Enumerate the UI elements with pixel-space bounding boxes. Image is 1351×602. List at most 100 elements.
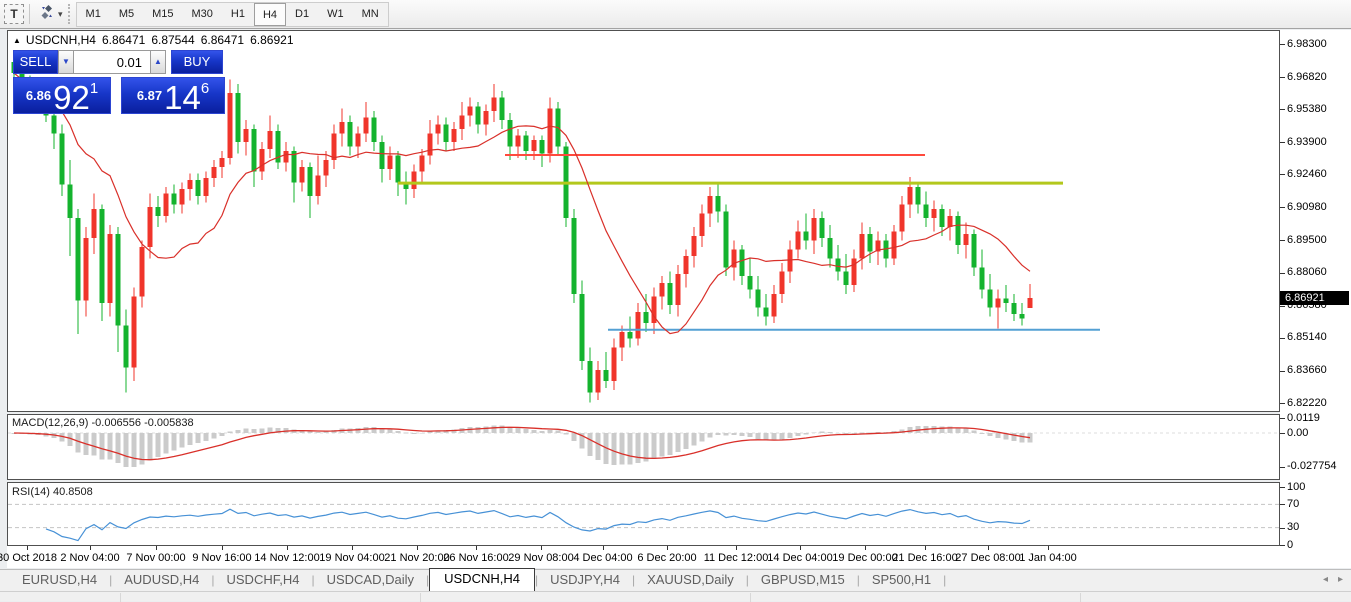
timeframe-button-h1[interactable]: H1 bbox=[222, 3, 254, 26]
ohlc-close: 6.86921 bbox=[250, 33, 293, 47]
time-axis-tick bbox=[352, 546, 353, 550]
rsi-scale-label: 0 bbox=[1287, 539, 1293, 551]
timeframe-button-w1[interactable]: W1 bbox=[318, 3, 353, 26]
timeframe-button-mn[interactable]: MN bbox=[353, 3, 388, 26]
time-scale[interactable]: 30 Oct 20182 Nov 04:007 Nov 00:009 Nov 1… bbox=[7, 546, 1351, 568]
timeframe-button-group: M1M5M15M30H1H4D1W1MN bbox=[76, 2, 389, 27]
tab-scroll-right-icon[interactable]: ▸ bbox=[1338, 574, 1343, 585]
time-axis-tick bbox=[287, 546, 288, 550]
lot-decrease-button[interactable]: ▼ bbox=[58, 50, 74, 74]
buy-price-sup: 6 bbox=[201, 78, 209, 100]
price-axis-label: 6.98300 bbox=[1287, 38, 1327, 50]
price-axis-tick bbox=[1280, 403, 1285, 404]
chart-tab-bar: EURUSD,H4|AUDUSD,H4|USDCHF,H4|USDCAD,Dai… bbox=[0, 569, 1351, 591]
macd-scale-label: 0.00 bbox=[1287, 427, 1308, 439]
sell-price-big: 92 bbox=[53, 84, 90, 111]
toolbar-separator bbox=[29, 4, 30, 24]
timeframe-button-m30[interactable]: M30 bbox=[183, 3, 222, 26]
chart-tab-sp500[interactable]: SP500,H1 bbox=[860, 570, 943, 591]
tab-separator: | bbox=[943, 573, 946, 591]
price-axis-tick bbox=[1280, 207, 1285, 208]
buy-price-display[interactable]: 6.87 14 6 bbox=[121, 77, 225, 114]
one-click-trading-panel: SELL ▼ ▲ BUY 6.86 92 1 6.87 14 6 bbox=[13, 50, 225, 114]
timeframe-button-d1[interactable]: D1 bbox=[286, 3, 318, 26]
time-axis-tick bbox=[417, 546, 418, 550]
chart-tab-usdchf[interactable]: USDCHF,H4 bbox=[215, 570, 312, 591]
time-axis-label: 1 Jan 04:00 bbox=[1003, 552, 1093, 564]
rsi-label: RSI(14) 40.8508 bbox=[12, 486, 93, 498]
sell-button[interactable]: SELL bbox=[13, 50, 58, 74]
time-axis-tick bbox=[865, 546, 866, 550]
price-axis-label: 6.96820 bbox=[1287, 71, 1327, 83]
top-toolbar: T ▾ M1M5M15M30H1H4D1W1MN bbox=[0, 0, 1351, 29]
rsi-scale-label: 30 bbox=[1287, 521, 1299, 533]
rsi-scale-tick bbox=[1280, 504, 1285, 505]
macd-scale-tick bbox=[1280, 433, 1285, 434]
price-axis-tick bbox=[1280, 44, 1285, 45]
macd-plot[interactable] bbox=[8, 415, 1279, 479]
rsi-plot[interactable] bbox=[8, 483, 1279, 545]
time-axis-tick bbox=[156, 546, 157, 550]
chart-tab-usdjpy[interactable]: USDJPY,H4 bbox=[538, 570, 632, 591]
time-axis-tick bbox=[1048, 546, 1049, 550]
chart-tab-eurusd[interactable]: EURUSD,H4 bbox=[10, 570, 109, 591]
price-axis-label: 6.95380 bbox=[1287, 103, 1327, 115]
ohlc-low: 6.86471 bbox=[201, 33, 244, 47]
time-axis-tick bbox=[541, 546, 542, 550]
price-axis-tick bbox=[1280, 306, 1285, 307]
price-axis-tick bbox=[1280, 142, 1285, 143]
time-axis-tick bbox=[925, 546, 926, 550]
time-axis-tick bbox=[603, 546, 604, 550]
chart-tab-xauusd[interactable]: XAUUSD,Daily bbox=[635, 570, 746, 591]
time-axis-tick bbox=[222, 546, 223, 550]
buy-price-main: 6.87 bbox=[137, 85, 162, 107]
timeframe-button-m15[interactable]: M15 bbox=[143, 3, 182, 26]
rsi-scale-label: 70 bbox=[1287, 498, 1299, 510]
buy-button[interactable]: BUY bbox=[171, 50, 223, 74]
price-axis-label: 6.92460 bbox=[1287, 168, 1327, 180]
sell-price-display[interactable]: 6.86 92 1 bbox=[13, 77, 111, 114]
timeframe-button-h4[interactable]: H4 bbox=[254, 3, 286, 26]
macd-scale-tick bbox=[1280, 467, 1285, 468]
time-axis-tick bbox=[90, 546, 91, 550]
macd-scale-label: 0.0119 bbox=[1287, 412, 1320, 424]
price-axis-label: 6.90980 bbox=[1287, 201, 1327, 213]
price-axis-tick bbox=[1280, 240, 1285, 241]
timeframe-button-m5[interactable]: M5 bbox=[110, 3, 143, 26]
price-axis-label: 6.85140 bbox=[1287, 331, 1327, 343]
macd-scale-tick bbox=[1280, 418, 1285, 419]
tab-scroll-left-icon[interactable]: ◂ bbox=[1323, 574, 1328, 585]
price-axis-label: 6.86580 bbox=[1287, 299, 1327, 311]
rsi-scale-tick bbox=[1280, 487, 1285, 488]
sell-price-main: 6.86 bbox=[26, 85, 51, 107]
chart-title: ▲ USDCNH,H4 6.86471 6.87544 6.86471 6.86… bbox=[13, 33, 294, 47]
toolbar-grip bbox=[68, 4, 71, 24]
lot-increase-button[interactable]: ▲ bbox=[150, 50, 166, 74]
timeframe-button-m1[interactable]: M1 bbox=[77, 3, 110, 26]
macd-label: MACD(12,26,9) -0.006556 -0.005838 bbox=[12, 417, 194, 429]
lot-size-input[interactable] bbox=[74, 50, 150, 74]
price-axis-label: 6.88060 bbox=[1287, 266, 1327, 278]
price-axis-tick bbox=[1280, 77, 1285, 78]
buy-price-big: 14 bbox=[164, 84, 201, 111]
price-axis-tick bbox=[1280, 338, 1285, 339]
chart-tab-usdcnh[interactable]: USDCNH,H4 bbox=[429, 568, 535, 591]
price-axis-tick bbox=[1280, 273, 1285, 274]
arrange-windows-button[interactable]: ▾ bbox=[35, 1, 66, 28]
chart-tab-gbpusd[interactable]: GBPUSD,M15 bbox=[749, 570, 857, 591]
chevron-down-icon[interactable]: ▾ bbox=[58, 9, 63, 20]
time-axis-tick bbox=[736, 546, 737, 550]
status-bar bbox=[0, 591, 1351, 601]
time-axis-tick bbox=[27, 546, 28, 550]
chart-symbol: USDCNH,H4 bbox=[26, 33, 96, 47]
chart-tab-audusd[interactable]: AUDUSD,H4 bbox=[112, 570, 211, 591]
arrange-windows-icon bbox=[38, 3, 56, 26]
price-axis-label: 6.83660 bbox=[1287, 364, 1327, 376]
collapse-triangle-icon[interactable]: ▲ bbox=[13, 36, 21, 45]
price-axis-label: 6.82220 bbox=[1287, 397, 1327, 409]
time-axis-tick bbox=[800, 546, 801, 550]
ohlc-open: 6.86471 bbox=[102, 33, 145, 47]
price-axis-tick bbox=[1280, 109, 1285, 110]
chart-tab-usdcad[interactable]: USDCAD,Daily bbox=[315, 570, 426, 591]
text-tool-icon[interactable]: T bbox=[4, 4, 24, 24]
